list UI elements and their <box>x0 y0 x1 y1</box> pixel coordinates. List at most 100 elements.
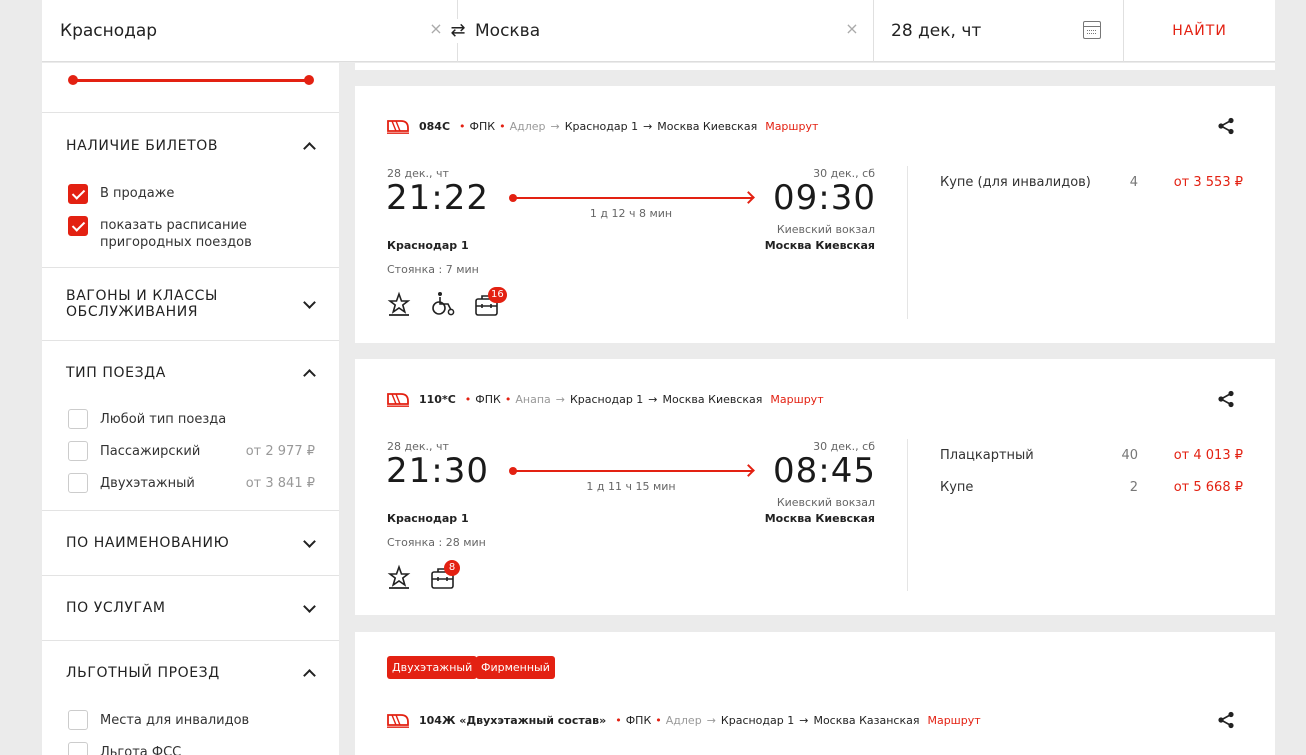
departure-time: 21:30 <box>386 451 489 491</box>
clear-to-icon[interactable]: × <box>845 21 859 37</box>
arrival-station: Москва Киевская <box>764 239 875 252</box>
class-price[interactable]: от 5 668 ₽ <box>1123 480 1243 495</box>
from-field[interactable]: Краснодар × <box>42 0 458 62</box>
by-services-header[interactable]: ПО УСЛУГАМ <box>42 576 339 640</box>
route-line <box>515 470 753 472</box>
arrow-icon: → <box>648 392 658 406</box>
date-field[interactable]: 28 дек, чт <box>874 0 1124 62</box>
route-to: Москва Киевская <box>662 392 763 406</box>
checkbox-disabled-seats[interactable] <box>68 710 88 730</box>
route-link[interactable]: Маршрут <box>927 714 980 727</box>
arrow-icon: → <box>643 119 653 133</box>
train-type-header[interactable]: ТИП ПОЕЗДА <box>42 341 339 405</box>
filter-fss[interactable]: Льгота ФСС <box>42 742 339 755</box>
arrival-time: 08:45 <box>773 451 876 491</box>
train-header: 110*С • ФПК • Анапа → Краснодар 1 → Моск… <box>387 391 824 407</box>
previous-card-bottom <box>355 63 1275 70</box>
divider <box>907 439 908 591</box>
chevron-down-icon <box>303 602 315 614</box>
departure-station: Краснодар 1 <box>387 239 469 252</box>
share-icon[interactable] <box>1217 390 1235 408</box>
availability-section: НАЛИЧИЕ БИЛЕТОВ В продаже показать распи… <box>42 113 339 268</box>
checkbox-double-deck[interactable] <box>68 473 88 493</box>
availability-header[interactable]: НАЛИЧИЕ БИЛЕТОВ <box>42 113 339 178</box>
separator-dot: • <box>459 119 466 133</box>
route-line <box>515 197 753 199</box>
filter-label: показать расписание пригородных поездов <box>100 216 252 251</box>
to-field[interactable]: ⇄ Москва × <box>449 0 874 62</box>
train-number[interactable]: 084С <box>419 120 450 133</box>
checkbox-passenger[interactable] <box>68 441 88 461</box>
benefit-header[interactable]: ЛЬГОТНЫЙ ПРОЕЗД <box>42 641 339 705</box>
route-link[interactable]: Маршрут <box>765 120 818 133</box>
train-number[interactable]: 104Ж «Двухэтажный состав» <box>419 714 606 727</box>
class-name: Плацкартный <box>940 448 1034 463</box>
divider <box>907 166 908 319</box>
class-price[interactable]: от 4 013 ₽ <box>1123 448 1243 463</box>
train-number[interactable]: 110*С <box>419 393 456 406</box>
by-services-title: ПО УСЛУГАМ <box>66 600 166 616</box>
checkbox-any-type[interactable] <box>68 409 88 429</box>
clear-from-icon[interactable]: × <box>429 21 443 37</box>
arrow-icon: → <box>799 713 809 727</box>
share-icon[interactable] <box>1217 117 1235 135</box>
slider-handle-max[interactable] <box>304 75 314 85</box>
arrow-icon: → <box>550 119 560 133</box>
separator-dot: • <box>655 713 662 727</box>
wheelchair-icon[interactable] <box>430 291 456 317</box>
by-name-header[interactable]: ПО НАИМЕНОВАНИЮ <box>42 511 339 575</box>
arrow-icon: → <box>555 392 565 406</box>
separator-dot: • <box>615 713 622 727</box>
star-service-icon[interactable] <box>386 291 412 317</box>
checkbox-suburban[interactable] <box>68 216 88 236</box>
route-to: Москва Казанская <box>813 713 920 727</box>
share-icon[interactable] <box>1217 711 1235 729</box>
route-link[interactable]: Маршрут <box>770 393 823 406</box>
star-service-icon[interactable] <box>386 564 412 590</box>
availability-title: НАЛИЧИЕ БИЛЕТОВ <box>66 137 219 154</box>
carrier: ФПК <box>625 713 652 727</box>
train-card: 110*С • ФПК • Анапа → Краснодар 1 → Моск… <box>355 359 1275 615</box>
class-name: Купе <box>940 480 974 495</box>
trip-duration: 1 д 12 ч 8 мин <box>589 207 673 220</box>
origin-station: Адлер <box>665 713 702 727</box>
wagons-header[interactable]: ВАГОНЫ И КЛАССЫ ОБСЛУЖИВАНИЯ <box>42 268 339 340</box>
benefit-title: ЛЬГОТНЫЙ ПРОЕЗД <box>66 665 220 681</box>
route-from: Краснодар 1 <box>564 119 639 133</box>
swap-icon[interactable]: ⇄ <box>449 19 467 43</box>
filter-suburban[interactable]: показать расписание пригородных поездов <box>42 216 339 251</box>
by-name-title: ПО НАИМЕНОВАНИЮ <box>66 535 230 551</box>
train-header: 084С • ФПК • Адлер → Краснодар 1 → Москв… <box>387 118 818 134</box>
filter-passenger[interactable]: Пассажирский от 2 977 ₽ <box>42 441 339 461</box>
calendar-icon[interactable] <box>1083 21 1101 39</box>
wagons-title-line: ОБСЛУЖИВАНИЯ <box>66 304 199 320</box>
origin-station: Адлер <box>509 119 546 133</box>
class-name: Купе (для инвалидов) <box>940 175 1091 190</box>
separator-dot: • <box>464 392 472 406</box>
class-price[interactable]: от 3 553 ₽ <box>1123 175 1243 190</box>
find-button[interactable]: НАЙТИ <box>1124 0 1275 62</box>
chevron-up-icon <box>303 140 315 152</box>
by-services-section: ПО УСЛУГАМ <box>42 576 339 641</box>
chevron-up-icon <box>303 367 315 379</box>
tag-branded: Фирменный <box>476 656 555 679</box>
filter-on-sale[interactable]: В продаже <box>42 184 339 204</box>
checkbox-on-sale[interactable] <box>68 184 88 204</box>
route-arrow-head <box>742 191 755 204</box>
arrival-station: Москва Киевская <box>764 512 875 525</box>
from-value: Краснодар <box>60 21 158 41</box>
slider-handle-min[interactable] <box>68 75 78 85</box>
filter-any-type[interactable]: Любой тип поезда <box>42 409 339 429</box>
date-value: 28 дек, чт <box>891 21 982 41</box>
luggage-badge: 16 <box>488 287 507 303</box>
train-icon <box>387 120 409 134</box>
by-name-section: ПО НАИМЕНОВАНИЮ <box>42 511 339 576</box>
filter-label-line: пригородных поездов <box>100 235 252 250</box>
stop-duration: Стоянка : 7 мин <box>387 263 479 276</box>
filter-label: Льгота ФСС <box>100 745 182 755</box>
checkbox-fss[interactable] <box>68 742 88 755</box>
filter-double-deck[interactable]: Двухэтажный от 3 841 ₽ <box>42 473 339 493</box>
filter-disabled-seats[interactable]: Места для инвалидов <box>42 710 339 730</box>
filter-label: В продаже <box>100 186 175 201</box>
chevron-up-icon <box>303 667 315 679</box>
